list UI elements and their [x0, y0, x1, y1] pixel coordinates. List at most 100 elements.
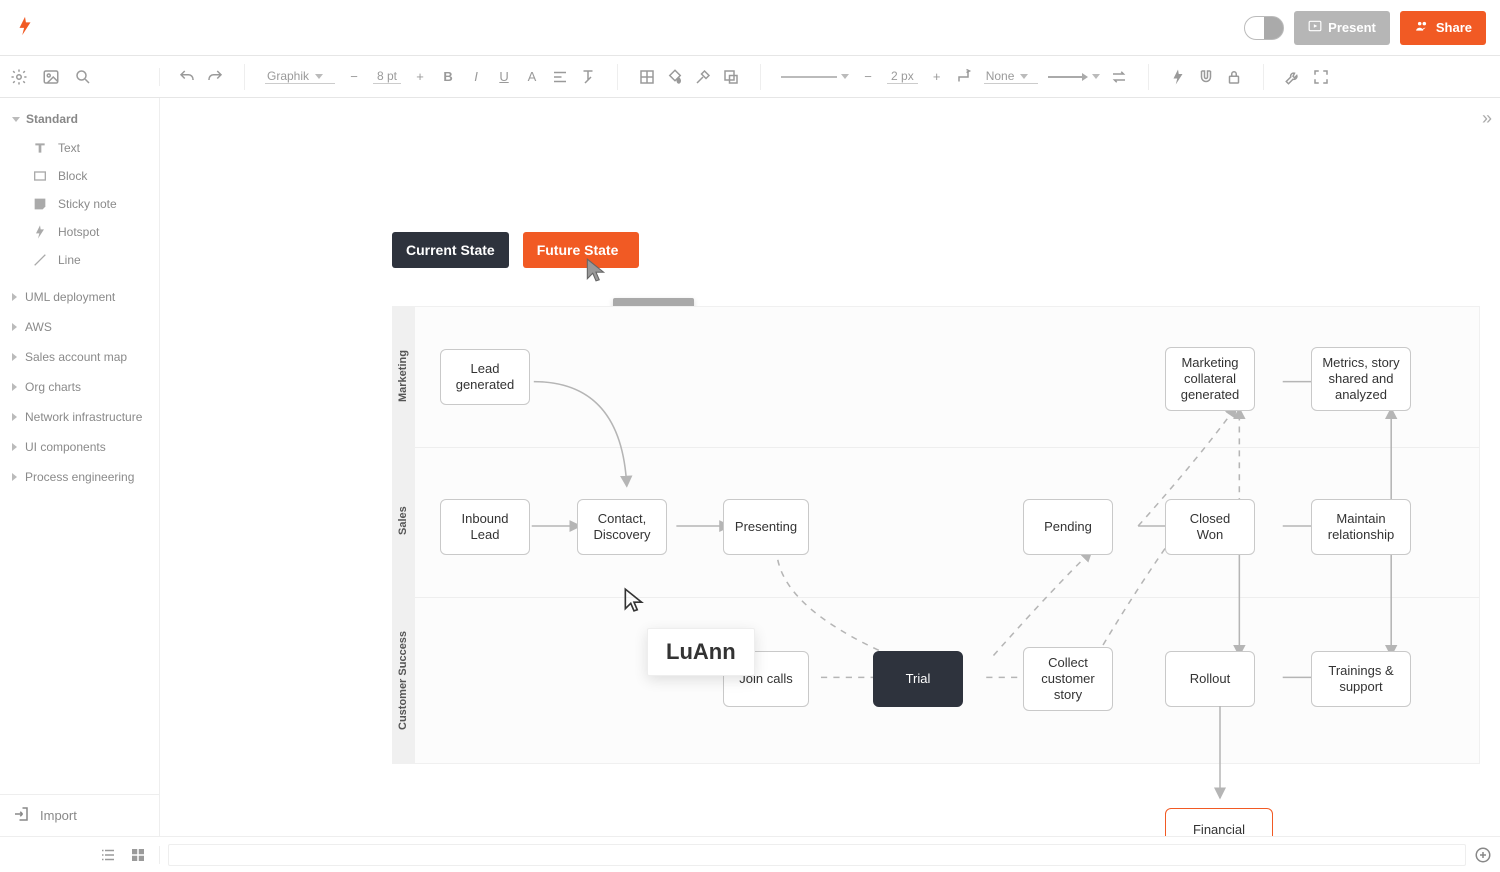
- line-shape-icon: [32, 252, 48, 268]
- swimlane-sales: Sales: [392, 446, 414, 596]
- node-rollout[interactable]: Rollout: [1165, 651, 1255, 707]
- diagram-area[interactable]: Lead generated Inbound Lead Contact, Dis…: [414, 306, 1480, 764]
- image-icon[interactable]: [42, 68, 60, 86]
- node-financial-dept[interactable]: Financial Department: [1165, 808, 1273, 836]
- node-contact-discovery[interactable]: Contact, Discovery: [577, 499, 667, 555]
- chevron-down-icon: [1092, 74, 1100, 79]
- magnet-icon[interactable]: [1197, 68, 1215, 86]
- sidebar-cat-org[interactable]: Org charts: [0, 372, 159, 402]
- font-plus-icon[interactable]: +: [411, 68, 429, 86]
- sidebar-group-standard[interactable]: Standard: [0, 106, 159, 132]
- gear-icon[interactable]: [10, 68, 28, 86]
- line-width-select[interactable]: 2 px: [887, 69, 918, 84]
- node-marketing-collateral[interactable]: Marketing collateral generated: [1165, 347, 1255, 411]
- tab-future-state[interactable]: Future State: [523, 232, 639, 268]
- present-button[interactable]: Present: [1294, 11, 1390, 45]
- sidebar-cat-uml[interactable]: UML deployment: [0, 282, 159, 312]
- line-style-select[interactable]: [781, 74, 849, 79]
- undo-icon[interactable]: [178, 68, 196, 86]
- hotspot-shape-icon: [32, 224, 48, 240]
- redo-icon[interactable]: [206, 68, 224, 86]
- chevron-right-icon: [12, 353, 17, 361]
- node-inbound-lead[interactable]: Inbound Lead: [440, 499, 530, 555]
- chevron-down-icon: [315, 74, 323, 79]
- node-trainings[interactable]: Trainings & support: [1311, 651, 1411, 707]
- share-button[interactable]: Share: [1400, 11, 1486, 45]
- chevron-down-icon: [12, 117, 20, 122]
- swimlane-headers: Marketing Sales Customer Success: [392, 306, 414, 764]
- border-icon[interactable]: [638, 68, 656, 86]
- font-size-select[interactable]: 8 pt: [373, 69, 401, 84]
- add-page-icon[interactable]: [1474, 846, 1492, 864]
- swimlane-customer-success: Customer Success: [392, 596, 414, 764]
- align-icon[interactable]: [551, 68, 569, 86]
- collaborator-cursor-icon: [621, 584, 647, 619]
- import-button[interactable]: Import: [0, 794, 159, 836]
- swap-icon[interactable]: [1110, 68, 1128, 86]
- italic-icon[interactable]: I: [467, 68, 485, 86]
- node-collect-story[interactable]: Collect customer story: [1023, 647, 1113, 711]
- connector-shape-icon[interactable]: [956, 68, 974, 86]
- presence-toggle[interactable]: [1244, 16, 1284, 40]
- bolt-icon[interactable]: [1169, 68, 1187, 86]
- eyedropper-icon[interactable]: [694, 68, 712, 86]
- logo-icon: [14, 15, 36, 40]
- lock-icon[interactable]: [1225, 68, 1243, 86]
- sidebar-cat-network[interactable]: Network infrastructure: [0, 402, 159, 432]
- node-maintain[interactable]: Maintain relationship: [1311, 499, 1411, 555]
- shape-item-block[interactable]: Block: [0, 162, 159, 190]
- shape-item-hotspot[interactable]: Hotspot: [0, 218, 159, 246]
- chevron-right-icon: [12, 413, 17, 421]
- theme-icon[interactable]: [722, 68, 740, 86]
- shape-item-sticky[interactable]: Sticky note: [0, 190, 159, 218]
- import-icon: [12, 805, 30, 826]
- fullscreen-icon[interactable]: [1312, 68, 1330, 86]
- sidebar-cat-ui[interactable]: UI components: [0, 432, 159, 462]
- chevron-right-icon: [12, 443, 17, 451]
- grid-view-icon[interactable]: [129, 846, 147, 864]
- block-shape-icon: [32, 168, 48, 184]
- tab-current-state[interactable]: Current State: [392, 232, 509, 268]
- bold-icon[interactable]: B: [439, 68, 457, 86]
- chevron-down-icon: [841, 74, 849, 79]
- collapse-panel-icon[interactable]: »: [1482, 108, 1492, 129]
- arrowhead-select[interactable]: None: [984, 69, 1038, 84]
- shape-item-line[interactable]: Line: [0, 246, 159, 274]
- underline-icon[interactable]: U: [495, 68, 513, 86]
- canvas[interactable]: » Current State Future State Kris Market…: [160, 98, 1500, 836]
- arrow-preview-select[interactable]: [1048, 74, 1100, 80]
- list-view-icon[interactable]: [99, 846, 117, 864]
- font-family-select[interactable]: Graphik: [265, 69, 335, 84]
- swimlane-marketing: Marketing: [392, 306, 414, 446]
- shape-item-text[interactable]: Text: [0, 134, 159, 162]
- line-minus-icon[interactable]: −: [859, 68, 877, 86]
- share-label: Share: [1436, 20, 1472, 35]
- sidebar-cat-sales[interactable]: Sales account map: [0, 342, 159, 372]
- fill-icon[interactable]: [666, 68, 684, 86]
- text-shape-icon: [32, 140, 48, 156]
- toolbar: Graphik − 8 pt + B I U A − 2 px + None: [0, 56, 1500, 98]
- sidebar-cat-aws[interactable]: AWS: [0, 312, 159, 342]
- search-icon[interactable]: [74, 68, 92, 86]
- topbar: Present Share: [0, 0, 1500, 56]
- clear-format-icon[interactable]: [579, 68, 597, 86]
- sticky-shape-icon: [32, 196, 48, 212]
- node-presenting[interactable]: Presenting: [723, 499, 809, 555]
- chevron-right-icon: [12, 323, 17, 331]
- present-label: Present: [1328, 20, 1376, 35]
- node-trial[interactable]: Trial: [873, 651, 963, 707]
- line-plus-icon[interactable]: +: [928, 68, 946, 86]
- wrench-icon[interactable]: [1284, 68, 1302, 86]
- node-closed-won[interactable]: Closed Won: [1165, 499, 1255, 555]
- play-icon: [1308, 19, 1322, 36]
- page-tab[interactable]: [168, 844, 1466, 866]
- font-minus-icon[interactable]: −: [345, 68, 363, 86]
- text-color-icon[interactable]: A: [523, 68, 541, 86]
- sidebar-cat-process[interactable]: Process engineering: [0, 462, 159, 492]
- node-lead-generated[interactable]: Lead generated: [440, 349, 530, 405]
- chevron-right-icon: [12, 293, 17, 301]
- node-metrics[interactable]: Metrics, story shared and analyzed: [1311, 347, 1411, 411]
- collaborator-cursor-icon: [583, 254, 609, 289]
- node-pending[interactable]: Pending: [1023, 499, 1113, 555]
- people-icon: [1414, 19, 1430, 36]
